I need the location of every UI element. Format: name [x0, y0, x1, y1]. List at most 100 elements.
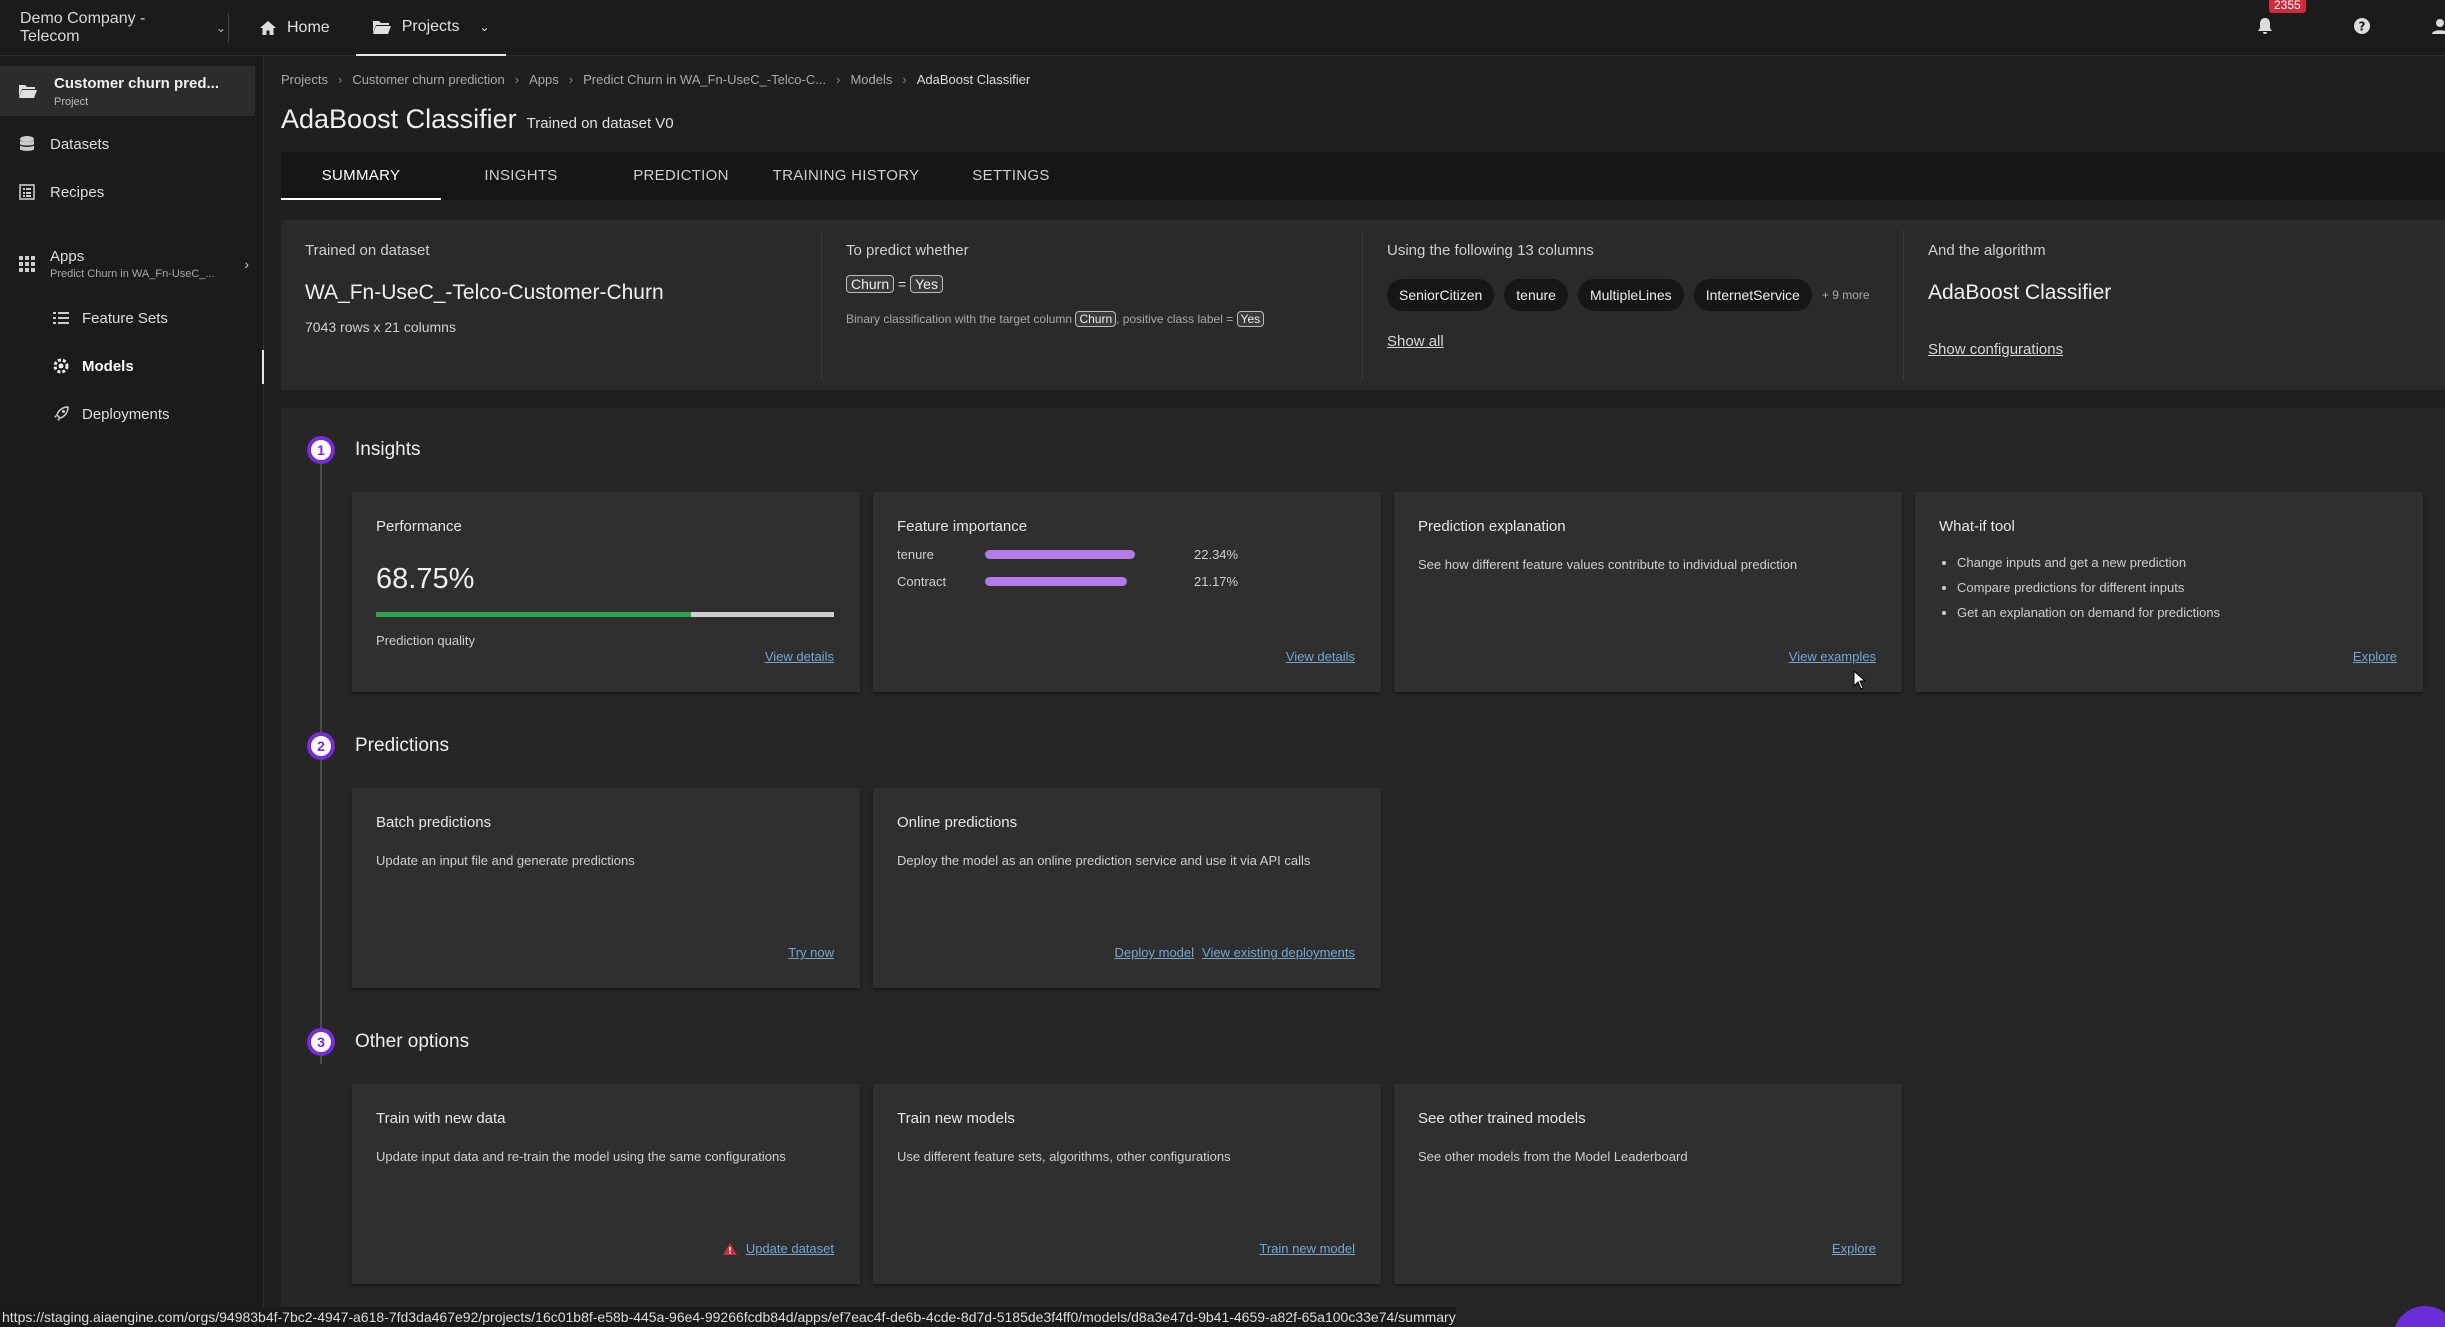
summary-algorithm: And the algorithm AdaBoost Classifier Sh…: [1904, 230, 2445, 380]
chevron-right-icon: ›: [568, 72, 574, 87]
help-icon: ?: [2354, 17, 2370, 34]
view-details-link[interactable]: View details: [765, 649, 834, 664]
sidebar-item-feature-sets[interactable]: Feature Sets: [0, 294, 263, 342]
explore-link[interactable]: Explore: [1832, 1241, 1876, 1256]
user-menu[interactable]: [2431, 17, 2445, 40]
view-examples-link[interactable]: View examples: [1789, 649, 1876, 664]
card-description: Deploy the model as an online prediction…: [897, 853, 1311, 868]
view-details-link[interactable]: View details: [1286, 649, 1355, 664]
card-description: Update an input file and generate predic…: [376, 853, 635, 868]
card-title: See other trained models: [1418, 1110, 1586, 1127]
notification-badge: 2355: [2269, 0, 2306, 13]
feature-value: 21.17%: [1194, 574, 1239, 589]
chevron-down-icon[interactable]: ⌄: [479, 20, 489, 34]
summary-columns: Using the following 13 columns SeniorCit…: [1363, 230, 1904, 380]
sidebar-item-deployments[interactable]: Deployments: [0, 390, 263, 438]
gear-icon: [53, 358, 69, 374]
feature-importance-bar: [985, 550, 1135, 559]
org-name: Demo Company - Telecom: [20, 9, 146, 45]
tab-training-history[interactable]: TRAINING HISTORY: [761, 152, 931, 200]
project-name: Customer churn pred...: [54, 74, 220, 92]
view-deployments-link[interactable]: View existing deployments: [1202, 945, 1355, 960]
chevron-down-icon: ⌄: [215, 20, 226, 35]
apps-label: Apps: [50, 248, 85, 265]
feature-importance-row: tenure 22.34%: [897, 547, 1357, 562]
folder-open-icon: [19, 85, 37, 98]
card-train-new-data: Train with new data Update input data an…: [352, 1084, 860, 1284]
page-title: AdaBoost Classifier: [281, 104, 517, 134]
binary-text: , positive class label =: [1116, 312, 1234, 326]
bullet-item: Change inputs and get a new prediction: [1957, 555, 2399, 570]
feature-value: 22.34%: [1194, 547, 1239, 562]
target-value-pill: Yes: [910, 275, 943, 293]
tab-prediction[interactable]: PREDICTION: [601, 152, 761, 200]
algo-name: AdaBoost Classifier: [1928, 281, 2112, 304]
nav-home[interactable]: Home: [243, 0, 346, 56]
column-chip: tenure: [1504, 279, 1568, 311]
sidebar-item-models[interactable]: Models: [0, 342, 264, 390]
update-dataset-link[interactable]: Update dataset: [746, 1241, 834, 1256]
feature-importance-row: Contract 21.17%: [897, 574, 1357, 589]
page-subtitle: Trained on dataset V0: [526, 115, 674, 132]
performance-value: 68.75%: [376, 563, 475, 595]
train-new-model-link[interactable]: Train new model: [1259, 1241, 1355, 1256]
sidebar-project[interactable]: Customer churn pred... Project: [0, 66, 255, 116]
tab-settings[interactable]: SETTINGS: [931, 152, 1091, 200]
breadcrumb-project[interactable]: Customer churn prediction: [352, 72, 504, 87]
step-number: 1: [307, 436, 335, 464]
sidebar-item-recipes[interactable]: Recipes: [0, 168, 263, 216]
feature-sets-icon: [53, 312, 69, 324]
notifications-button[interactable]: 2355: [2257, 0, 2306, 40]
card-whatif-tool: What-if tool Change inputs and get a new…: [1915, 492, 2423, 692]
dataset-heading: Trained on dataset: [305, 242, 430, 259]
mouse-cursor-icon: [1853, 670, 1867, 690]
section-predictions-header: 2 Predictions: [307, 732, 449, 760]
sidebar-item-label: Datasets: [50, 135, 110, 153]
binary-description: Binary classification with the target co…: [846, 311, 1338, 327]
target-column-pill: Churn: [846, 275, 895, 293]
show-configurations-link[interactable]: Show configurations: [1928, 341, 2063, 358]
performance-bar: [376, 612, 834, 617]
nav-home-label: Home: [287, 18, 330, 36]
section-insights-header: 1 Insights: [307, 436, 420, 464]
breadcrumb-models[interactable]: Models: [850, 72, 892, 87]
bullet-item: Compare predictions for different inputs: [1957, 580, 2399, 595]
tab-summary[interactable]: SUMMARY: [281, 152, 441, 200]
help-button[interactable]: ?: [2353, 17, 2371, 40]
nav-projects[interactable]: Projects ⌄: [355, 0, 506, 56]
breadcrumb-projects[interactable]: Projects: [281, 72, 328, 87]
explore-link[interactable]: Explore: [2353, 649, 2397, 664]
dataset-name: WA_Fn-UseC_-Telco-Customer-Churn: [305, 281, 664, 304]
target-value-pill: Yes: [1236, 311, 1265, 327]
columns-heading: Using the following 13 columns: [1387, 242, 1594, 259]
step-number: 3: [307, 1028, 335, 1056]
chevron-right-icon[interactable]: ›: [244, 256, 249, 272]
section-title: Predictions: [355, 735, 449, 756]
breadcrumb-app[interactable]: Predict Churn in WA_Fn-UseC_-Telco-C...: [583, 72, 826, 87]
section-title: Insights: [355, 439, 421, 460]
card-description: See other models from the Model Leaderbo…: [1418, 1149, 1688, 1164]
try-now-link[interactable]: Try now: [788, 945, 834, 960]
card-title: Train new models: [897, 1110, 1015, 1127]
sidebar-item-datasets[interactable]: Datasets: [0, 120, 263, 168]
org-selector[interactable]: Demo Company - Telecom ⌄: [0, 0, 226, 56]
algo-heading: And the algorithm: [1928, 242, 2046, 259]
folder-open-icon: [372, 20, 391, 34]
sidebar: Customer churn pred... Project Datasets …: [0, 56, 264, 1316]
show-all-link[interactable]: Show all: [1387, 333, 1444, 350]
card-description: Update input data and re-train the model…: [376, 1149, 786, 1164]
tab-insights[interactable]: INSIGHTS: [441, 152, 601, 200]
step-number: 2: [307, 732, 335, 760]
card-title: Online predictions: [897, 814, 1018, 831]
section-other-header: 3 Other options: [307, 1028, 469, 1056]
warning-icon: [722, 1242, 737, 1255]
tab-bar: SUMMARY INSIGHTS PREDICTION TRAINING HIS…: [281, 152, 2445, 200]
bullet-item: Get an explanation on demand for predict…: [1957, 605, 2399, 620]
page-header: AdaBoost Classifier Trained on dataset V…: [281, 104, 674, 135]
target-expression: Churn = Yes: [846, 275, 1338, 293]
deploy-model-link[interactable]: Deploy model: [1115, 945, 1195, 960]
card-title: What-if tool: [1939, 518, 2015, 535]
sidebar-item-apps[interactable]: Apps Predict Churn in WA_Fn-UseC_... ›: [0, 234, 263, 294]
dataset-size: 7043 rows x 21 columns: [305, 319, 456, 335]
breadcrumb-apps[interactable]: Apps: [529, 72, 559, 87]
